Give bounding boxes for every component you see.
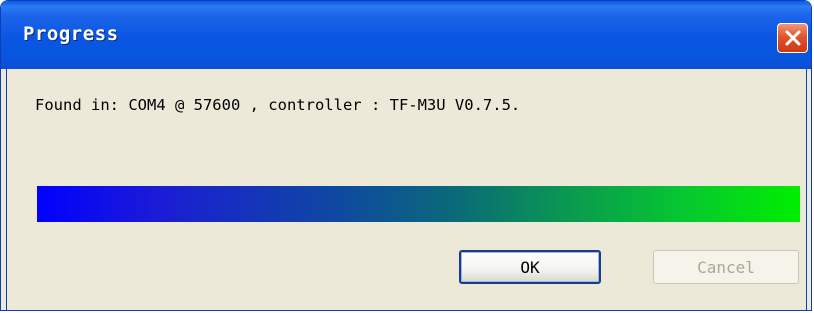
close-button[interactable] (777, 23, 808, 53)
ok-button[interactable]: OK (459, 250, 601, 284)
progress-bar-fill (37, 186, 800, 222)
progress-dialog: Progress Found in: COM4 @ 57600 , contro… (0, 0, 812, 311)
cancel-button: Cancel (653, 250, 799, 284)
window-title: Progress (23, 23, 119, 45)
close-icon (785, 30, 800, 46)
progress-bar (37, 186, 800, 222)
title-bar[interactable]: Progress (1, 1, 811, 69)
status-message: Found in: COM4 @ 57600 , controller : TF… (35, 96, 521, 114)
